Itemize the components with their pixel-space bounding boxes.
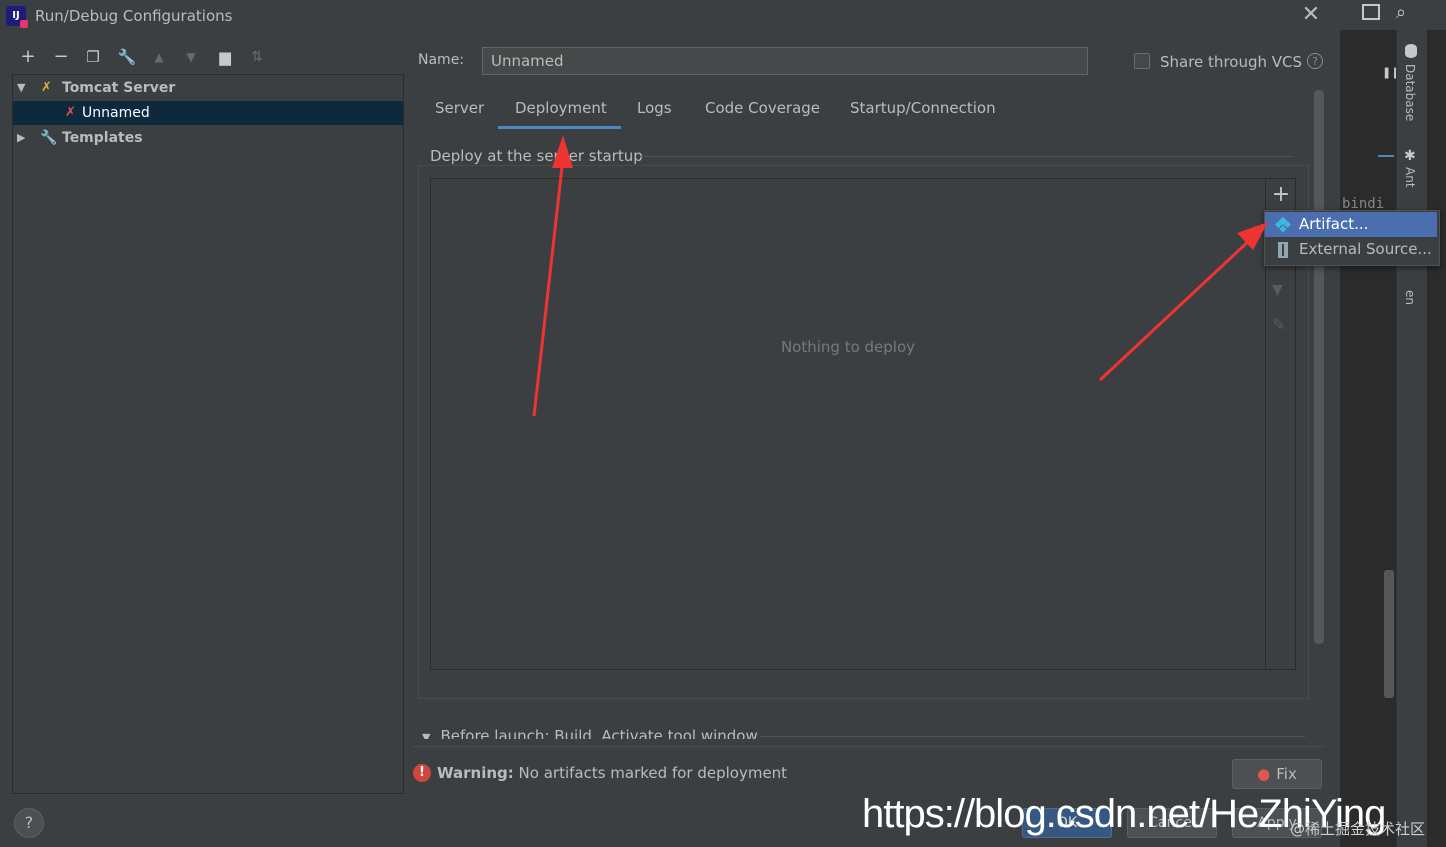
menu-item-label: Artifact... — [1299, 215, 1369, 233]
bulb-icon: ● — [1257, 765, 1271, 783]
tree-item-label: Tomcat Server — [62, 80, 176, 96]
share-vcs-checkbox[interactable] — [1134, 53, 1150, 69]
wrench-icon[interactable]: 🔧 — [114, 44, 140, 70]
menu-item-artifact[interactable]: Artifact... — [1265, 212, 1437, 237]
help-icon[interactable]: ? — [1307, 53, 1323, 69]
deploy-list[interactable] — [430, 178, 1296, 670]
ant-tool-tab[interactable]: Ant — [1403, 167, 1417, 188]
move-down-icon[interactable]: ▼ — [1272, 282, 1283, 298]
tree-item-templates[interactable]: ▶ 🔧 Templates — [13, 126, 403, 150]
add-icon[interactable]: + — [15, 44, 41, 70]
editor-scrollbar[interactable] — [1384, 570, 1394, 698]
tree-item-tomcat-server[interactable]: ▼ ✗ Tomcat Server — [13, 76, 403, 100]
tab-deployment[interactable]: Deployment — [515, 99, 607, 117]
maven-tool-tab[interactable]: en — [1403, 290, 1417, 305]
warning-message: Warning: No artifacts marked for deploym… — [437, 764, 787, 782]
tab-code-coverage[interactable]: Code Coverage — [705, 99, 820, 117]
run-window-icon[interactable] — [1362, 4, 1380, 20]
active-tab-indicator — [498, 126, 621, 129]
expand-arrow-icon: ▼ — [422, 731, 431, 739]
before-launch-label: Before launch: Build, Activate tool wind… — [440, 727, 758, 739]
tomcat-run-config-icon: ✗ — [65, 105, 76, 120]
tab-logs[interactable]: Logs — [637, 99, 672, 117]
config-tree: ▼ ✗ Tomcat Server ✗ Unnamed ▶ 🔧 Template… — [12, 74, 404, 794]
group-divider — [640, 156, 1293, 157]
right-tool-strip: Database ✱ Ant en — [1396, 30, 1427, 847]
content-scrollbar[interactable] — [1314, 90, 1324, 644]
database-tool-tab[interactable]: Database — [1403, 64, 1417, 121]
before-launch-divider — [760, 736, 1305, 737]
name-label: Name: — [418, 52, 465, 68]
tomcat-icon: ✗ — [41, 80, 52, 95]
help-button[interactable]: ? — [14, 808, 44, 838]
share-vcs-label: Share through VCS — [1160, 53, 1303, 71]
deploy-group-title: Deploy at the server startup — [430, 147, 643, 165]
error-icon: ! — [413, 764, 431, 782]
expand-arrow-icon[interactable]: ▼ — [17, 76, 29, 100]
menu-item-label: External Source... — [1299, 240, 1432, 258]
section-separator — [412, 746, 1325, 747]
artifact-icon — [1275, 217, 1291, 233]
remove-icon[interactable]: − — [48, 44, 74, 70]
close-icon[interactable]: ✕ — [1300, 4, 1322, 26]
empty-list-text: Nothing to deploy — [780, 338, 916, 356]
title-bar: IJ Run/Debug Configurations ✕ — [0, 0, 1340, 34]
warning-bold-label: Warning: — [437, 764, 514, 782]
add-deployment-icon[interactable]: + — [1270, 184, 1292, 206]
archive-icon — [1278, 242, 1288, 258]
intellij-logo-icon: IJ — [6, 6, 28, 28]
name-input[interactable] — [482, 47, 1088, 75]
watermark-sub: @稀土掘金技术社区 — [1290, 820, 1426, 838]
search-icon[interactable]: ⌕ — [1396, 2, 1406, 23]
move-down-icon[interactable]: ▼ — [178, 44, 204, 70]
warning-text: No artifacts marked for deployment — [518, 764, 788, 782]
editor-marker — [1378, 155, 1394, 157]
ide-background — [1340, 0, 1446, 847]
collapse-arrow-icon[interactable]: ▶ — [17, 126, 29, 150]
before-launch-header[interactable]: ▼ Before launch: Build, Activate tool win… — [422, 727, 758, 739]
add-deployment-popup: Artifact... External Source... — [1264, 210, 1440, 266]
tab-server[interactable]: Server — [435, 99, 484, 117]
sort-icon[interactable]: ⇅ — [244, 44, 270, 70]
tree-item-label: Unnamed — [82, 105, 150, 121]
menu-item-external-source[interactable]: External Source... — [1265, 237, 1437, 262]
fix-button[interactable]: ● Fix — [1232, 759, 1322, 789]
copy-icon[interactable]: ❐ — [80, 44, 106, 70]
move-up-icon[interactable]: ▲ — [146, 44, 172, 70]
wrench-icon: 🔧 — [40, 130, 58, 146]
ide-top-bar: ⌕ — [1340, 0, 1446, 30]
database-icon — [1405, 44, 1417, 58]
ant-icon: ✱ — [1404, 148, 1416, 164]
config-toolbar: + − ❐ 🔧 ▲ ▼ ▆ ⇅ — [12, 44, 402, 72]
tree-item-label: Templates — [62, 130, 143, 146]
tab-startup-connection[interactable]: Startup/Connection — [850, 99, 996, 117]
new-folder-icon[interactable]: ▆ — [212, 44, 238, 70]
fix-label: Fix — [1276, 765, 1297, 783]
edit-icon[interactable]: ✎ — [1272, 315, 1285, 334]
window-title: Run/Debug Configurations — [35, 7, 233, 25]
tree-item-unnamed[interactable]: ✗ Unnamed — [13, 101, 403, 125]
